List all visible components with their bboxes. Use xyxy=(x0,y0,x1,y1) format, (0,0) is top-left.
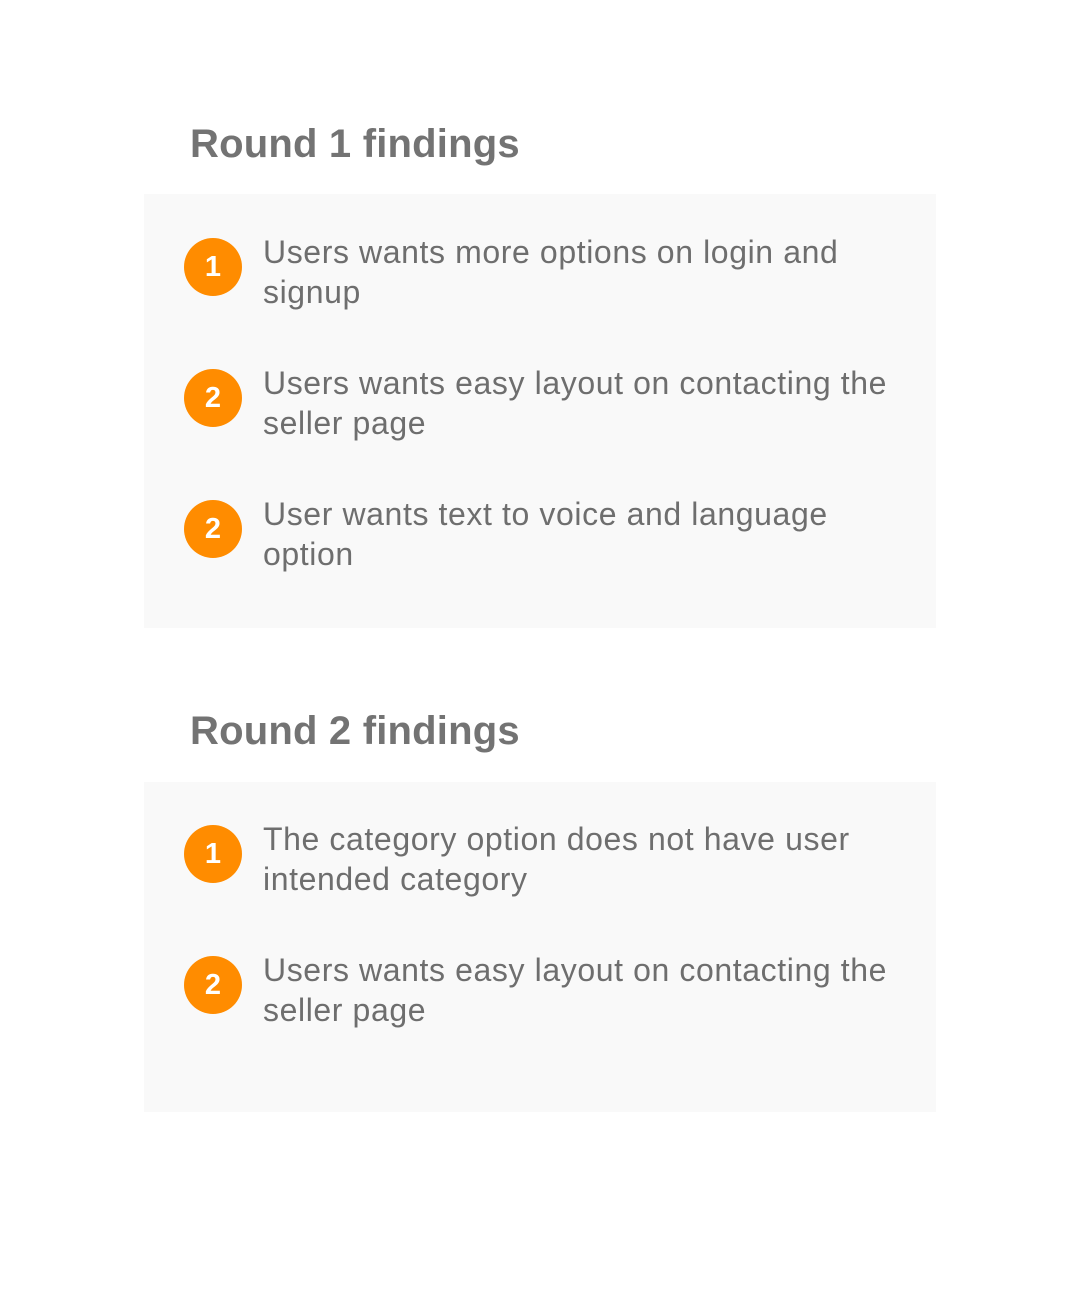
round-1-findings-panel: 1 Users wants more options on login and … xyxy=(144,194,936,628)
finding-number-badge: 1 xyxy=(184,825,242,883)
round-2-title: Round 2 findings xyxy=(190,709,520,753)
finding-text: User wants text to voice and language op… xyxy=(263,496,828,572)
finding-number-badge: 1 xyxy=(184,238,242,296)
finding-text: Users wants easy layout on contacting th… xyxy=(263,952,888,1028)
finding-text: Users wants more options on login and si… xyxy=(263,234,839,310)
finding-number-badge: 2 xyxy=(184,500,242,558)
finding-number-badge: 2 xyxy=(184,369,242,427)
round-1-title: Round 1 findings xyxy=(190,122,520,166)
finding-text: The category option does not have user i… xyxy=(263,821,850,897)
finding-text: Users wants easy layout on contacting th… xyxy=(263,365,888,441)
round-2-findings-panel: 1 The category option does not have user… xyxy=(144,782,936,1112)
finding-number-badge: 2 xyxy=(184,956,242,1014)
